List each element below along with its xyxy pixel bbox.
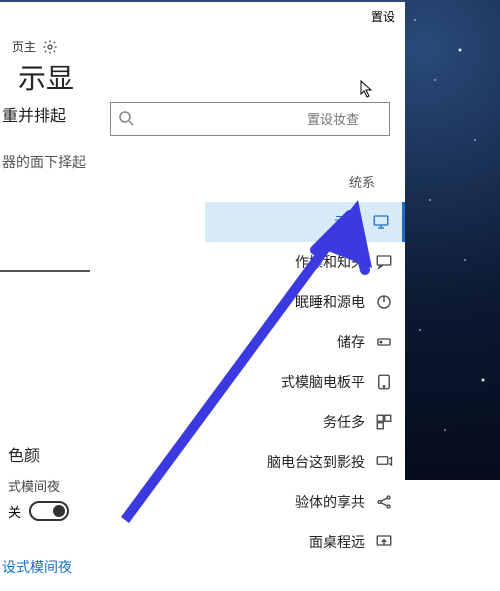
sidebar: 示显 作操和知央 眠睡和源电 储存 式模脑电板平 bbox=[205, 202, 405, 562]
projecting-icon bbox=[375, 453, 393, 471]
sidebar-item-label: 验体的享共 bbox=[295, 492, 365, 512]
window-titlebar: 置设 bbox=[0, 2, 405, 30]
sidebar-item-label: 脑电台这到影投 bbox=[267, 452, 365, 472]
toggle-section-title: 色颜 bbox=[8, 442, 69, 466]
tablet-icon bbox=[375, 373, 393, 391]
search-input[interactable] bbox=[110, 102, 390, 136]
storage-icon bbox=[375, 333, 393, 351]
share-icon bbox=[375, 493, 393, 511]
monitor-icon bbox=[372, 213, 390, 231]
sidebar-item-label: 式模脑电板平 bbox=[281, 372, 365, 392]
night-mode-toggle[interactable] bbox=[29, 501, 69, 521]
sidebar-item-label: 储存 bbox=[337, 332, 365, 352]
sidebar-item-display[interactable]: 示显 bbox=[205, 202, 405, 242]
sidebar-item-label: 示显 bbox=[334, 212, 362, 232]
search-container bbox=[110, 102, 390, 136]
multitask-icon bbox=[375, 413, 393, 431]
sidebar-item-storage[interactable]: 储存 bbox=[205, 322, 405, 362]
sidebar-item-label: 作操和知央 bbox=[295, 252, 365, 272]
sidebar-item-tablet-mode[interactable]: 式模脑电板平 bbox=[205, 362, 405, 402]
page-title: 示显 bbox=[18, 57, 74, 97]
speech-bubble-icon bbox=[375, 253, 393, 271]
desktop-wallpaper bbox=[405, 0, 500, 480]
sidebar-item-shared[interactable]: 验体的享共 bbox=[205, 482, 405, 522]
sidebar-item-label: 眠睡和源电 bbox=[295, 292, 365, 312]
sidebar-item-remote-desktop[interactable]: 面桌程远 bbox=[205, 522, 405, 562]
home-label: 页主 bbox=[12, 38, 36, 55]
remote-desktop-icon bbox=[375, 533, 393, 551]
mouse-cursor-icon bbox=[360, 80, 374, 98]
night-mode-settings-link[interactable]: 设式模间夜 bbox=[2, 557, 72, 577]
home-button[interactable]: 页主 bbox=[12, 38, 58, 55]
header-row: 示显 页主 bbox=[0, 30, 405, 57]
window-title: 置设 bbox=[371, 8, 395, 25]
power-icon bbox=[375, 293, 393, 311]
section-label-system: 统系 bbox=[349, 172, 375, 191]
sidebar-item-notifications[interactable]: 作操和知央 bbox=[205, 242, 405, 282]
sidebar-item-projecting[interactable]: 脑电台这到影投 bbox=[205, 442, 405, 482]
sidebar-item-label: 务任多 bbox=[323, 412, 365, 432]
toggle-sub-label: 式模间夜 bbox=[8, 476, 69, 495]
sidebar-item-power[interactable]: 眠睡和源电 bbox=[205, 282, 405, 322]
toggle-section: 色颜 式模间夜 关 bbox=[8, 442, 69, 521]
sidebar-item-multitasking[interactable]: 务任多 bbox=[205, 402, 405, 442]
content-separator bbox=[0, 270, 90, 272]
search-icon bbox=[118, 110, 134, 126]
gear-icon bbox=[42, 39, 58, 55]
content-sub-heading-1: 重并排起 bbox=[0, 102, 100, 126]
toggle-state-label: 关 bbox=[8, 502, 21, 521]
settings-window: 置设 示显 页主 重并排起 器的面下择起 统系 bbox=[0, 0, 405, 591]
content-sub-heading-2: 器的面下择起 bbox=[0, 152, 100, 172]
sidebar-item-label: 面桌程远 bbox=[309, 532, 365, 552]
